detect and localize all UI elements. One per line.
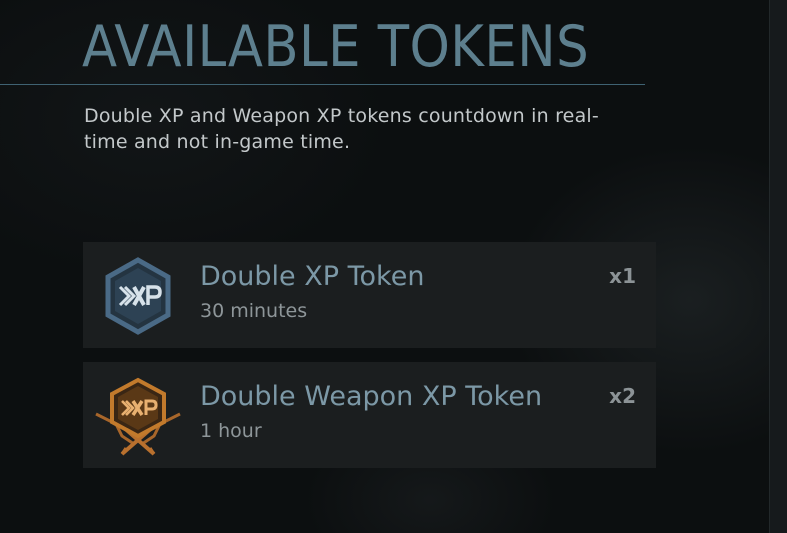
token-name: Double XP Token [200,261,425,292]
token-duration: 1 hour [200,420,262,442]
header-divider [0,84,645,85]
token-count-badge: x2 [609,384,636,408]
token-card-double-xp[interactable]: Double XP Token 30 minutes x1 [83,242,656,348]
token-duration: 30 minutes [200,300,308,322]
double-xp-icon [105,257,171,335]
double-weapon-xp-icon [95,377,181,456]
page-title: AVAILABLE TOKENS [82,14,590,80]
token-name: Double Weapon XP Token [200,381,543,412]
token-card-double-weapon-xp[interactable]: Double Weapon XP Token 1 hour x2 [83,362,656,468]
right-edge-panel [769,0,787,533]
token-count-badge: x1 [609,264,636,288]
token-list: Double XP Token 30 minutes x1 Double Wea… [83,242,656,482]
page-description: Double XP and Weapon XP tokens countdown… [84,105,599,153]
